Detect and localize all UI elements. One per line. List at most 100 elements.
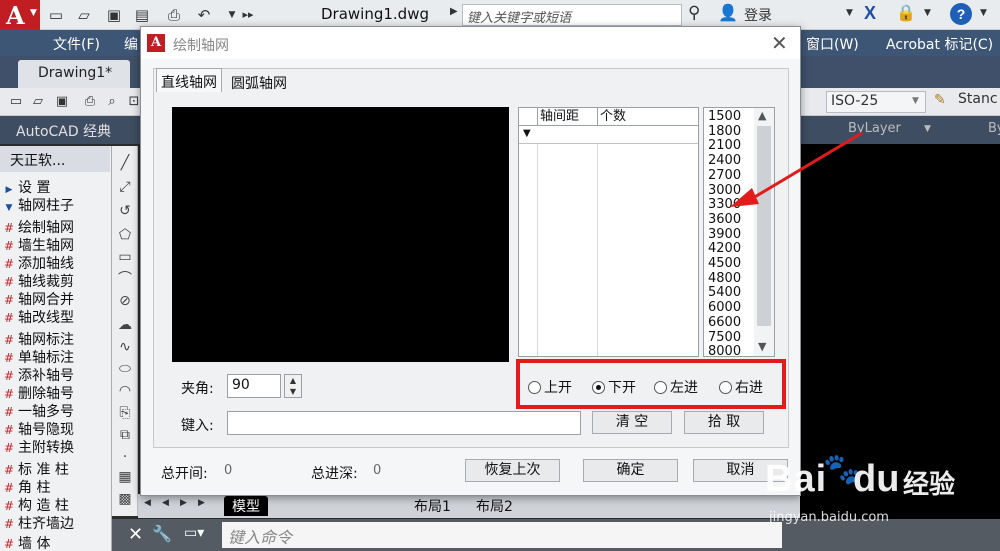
sidebar-item-14[interactable]: # 主附转换 xyxy=(0,439,110,457)
chevron-down-icon[interactable]: ▼ xyxy=(758,340,766,353)
save-icon[interactable]: ▣ xyxy=(104,5,124,25)
sidebar-item-19[interactable]: # 墙 体 xyxy=(0,535,110,551)
radio-indicator[interactable] xyxy=(654,381,667,394)
menu-window[interactable]: 窗口(W) xyxy=(806,34,859,54)
list-item[interactable]: 4500 xyxy=(708,256,741,272)
sidebar-item-16[interactable]: # 角 柱 xyxy=(0,479,110,497)
next-layout-icon[interactable]: ▶ xyxy=(180,498,192,512)
exchange-x-icon[interactable]: X xyxy=(864,3,876,24)
list-item[interactable]: 7500 xyxy=(708,330,741,346)
prev-layout-icon[interactable]: ◀ xyxy=(162,498,174,512)
login-dropdown-icon[interactable]: ▼ xyxy=(846,8,853,18)
clear-button[interactable]: 清 空 xyxy=(592,411,672,434)
undo-icon[interactable]: ↶ xyxy=(194,5,214,25)
text-style-select[interactable]: Stanc xyxy=(958,91,998,107)
spline-icon[interactable]: ∿ xyxy=(116,338,134,356)
print-preview-icon[interactable]: ⌕ xyxy=(102,92,122,112)
layer-dropdown-icon[interactable]: ▼ xyxy=(924,124,931,134)
list-item[interactable]: 1500 xyxy=(708,109,741,125)
spacing-value-list[interactable]: 1500 1800 2100 2400 2700 3000 3300 3600 3900 4200… xyxy=(703,107,775,357)
close-icon[interactable]: ✕ xyxy=(128,524,143,545)
sidebar-item-2[interactable]: # 绘制轴网 xyxy=(0,219,110,237)
sidebar-item-5[interactable]: # 轴线裁剪 xyxy=(0,273,110,291)
chevron-up-icon[interactable]: ▲ xyxy=(758,109,766,122)
ellipse-arc-icon[interactable]: ◠ xyxy=(116,382,134,400)
save-as-icon[interactable]: ▤ xyxy=(132,5,152,25)
new-file-icon[interactable]: ▭ xyxy=(46,5,66,25)
sidebar-item-10[interactable]: # 添补轴号 xyxy=(0,367,110,385)
linetype-select[interactable]: By xyxy=(988,121,1000,136)
tab-straight-grid[interactable]: 直线轴网 xyxy=(156,68,222,92)
sidebar-item-3[interactable]: # 墙生轴网 xyxy=(0,237,110,255)
list-item[interactable]: 4800 xyxy=(708,271,741,287)
menu-acrobat-markup[interactable]: Acrobat 标记(C) xyxy=(886,34,993,54)
wrench-icon[interactable]: 🔧 xyxy=(152,524,172,543)
dimension-style-dropdown-icon[interactable]: ▼ xyxy=(912,96,919,106)
table-row[interactable]: ▼ xyxy=(519,126,698,144)
keyword-search-input[interactable]: 键入关键字或短语 xyxy=(462,4,682,26)
last-layout-icon[interactable]: ▶ xyxy=(198,498,210,512)
hatch-icon[interactable]: ▦ xyxy=(116,468,134,486)
search-expand-icon[interactable]: ▶ xyxy=(450,6,462,24)
radio-indicator[interactable] xyxy=(528,381,541,394)
sidebar-item-0[interactable]: ▶ 设 置 xyxy=(0,179,110,197)
login-link[interactable]: 登录 xyxy=(744,5,772,25)
tab-drawing1[interactable]: Drawing1* xyxy=(18,60,130,88)
radio-bottom-open[interactable]: 下开 xyxy=(592,377,636,397)
dimension-style-select[interactable]: ISO-25 xyxy=(826,91,926,113)
scrollbar-thumb[interactable] xyxy=(757,126,771,326)
list-item[interactable]: 6000 xyxy=(708,300,741,316)
angle-input[interactable]: 90 xyxy=(227,374,281,398)
list-item[interactable]: 2100 xyxy=(708,139,741,154)
sidebar-item-15[interactable]: # 标 准 柱 xyxy=(0,461,110,479)
new-file-icon[interactable]: ▭ xyxy=(6,92,26,112)
angle-stepper[interactable]: ▲ ▼ xyxy=(284,374,302,398)
tab-layout2[interactable]: 布局2 xyxy=(468,496,521,516)
sidebar-item-7[interactable]: # 轴改线型 xyxy=(0,309,110,327)
layer-select[interactable]: ByLayer xyxy=(848,121,901,136)
circle-icon[interactable]: ⊘ xyxy=(116,292,134,310)
sidebar-item-18[interactable]: # 柱齐墙边 xyxy=(0,515,110,533)
list-item[interactable]: 6600 xyxy=(708,315,741,331)
point-icon[interactable]: · xyxy=(116,448,134,466)
sidebar-item-9[interactable]: # 单轴标注 xyxy=(0,349,110,367)
polyline-icon[interactable]: ↺ xyxy=(116,202,134,220)
tab-arc-grid[interactable]: 圆弧轴网 xyxy=(227,70,291,94)
list-item[interactable]: 8000 xyxy=(708,344,741,356)
radio-indicator[interactable] xyxy=(592,381,605,394)
autodesk-a360-icon[interactable]: 🔒 xyxy=(896,3,916,22)
list-item[interactable]: 1800 xyxy=(708,124,741,140)
sidebar-item-4[interactable]: # 添加轴线 xyxy=(0,255,110,273)
polygon-icon[interactable]: ⬠ xyxy=(116,226,134,244)
sidebar-item-6[interactable]: # 轴网合并 xyxy=(0,291,110,309)
sidebar-item-11[interactable]: # 删除轴号 xyxy=(0,385,110,403)
list-item[interactable]: 3600 xyxy=(708,212,741,228)
ellipse-icon[interactable]: ⬭ xyxy=(116,360,134,378)
workspace-select[interactable]: AutoCAD 经典 xyxy=(16,121,111,141)
list-item[interactable]: 2400 xyxy=(708,153,741,169)
open-file-icon[interactable]: ▱ xyxy=(28,92,48,112)
help-dropdown-icon[interactable]: ▼ xyxy=(980,8,987,18)
list-item[interactable]: 4200 xyxy=(708,242,741,257)
user-icon[interactable]: 👤 xyxy=(718,3,738,22)
rectangle-icon[interactable]: ▭ xyxy=(116,248,134,266)
make-block-icon[interactable]: ⧉ xyxy=(116,426,134,444)
close-icon[interactable]: ✕ xyxy=(771,31,788,55)
a360-dropdown-icon[interactable]: ▼ xyxy=(924,8,931,18)
tab-layout1[interactable]: 布局1 xyxy=(406,496,459,516)
line-icon[interactable]: ╱ xyxy=(116,154,134,172)
value-list-scrollbar[interactable]: ▲ ▼ xyxy=(754,108,774,356)
tab-model[interactable]: 模型 xyxy=(224,496,268,516)
autocad-app-menu-button[interactable]: A ▼ xyxy=(0,0,40,30)
radio-right-depth[interactable]: 右进 xyxy=(719,377,763,397)
print-icon[interactable]: ⎙ xyxy=(80,92,100,112)
revcloud-icon[interactable]: ☁ xyxy=(116,316,134,334)
menu-edit-partial[interactable]: 编 xyxy=(124,34,138,54)
spacing-table[interactable]: 轴间距 个数 ▼ xyxy=(518,107,699,357)
list-item[interactable]: 2700 xyxy=(708,168,741,184)
radio-indicator[interactable] xyxy=(719,381,732,394)
sidebar-item-1[interactable]: ▼ 轴网柱子 xyxy=(0,197,110,215)
list-item[interactable]: 3900 xyxy=(708,227,741,243)
more-tools-icon[interactable]: ▸▸ xyxy=(238,5,258,25)
command-input[interactable]: 键入命令 xyxy=(222,522,782,548)
